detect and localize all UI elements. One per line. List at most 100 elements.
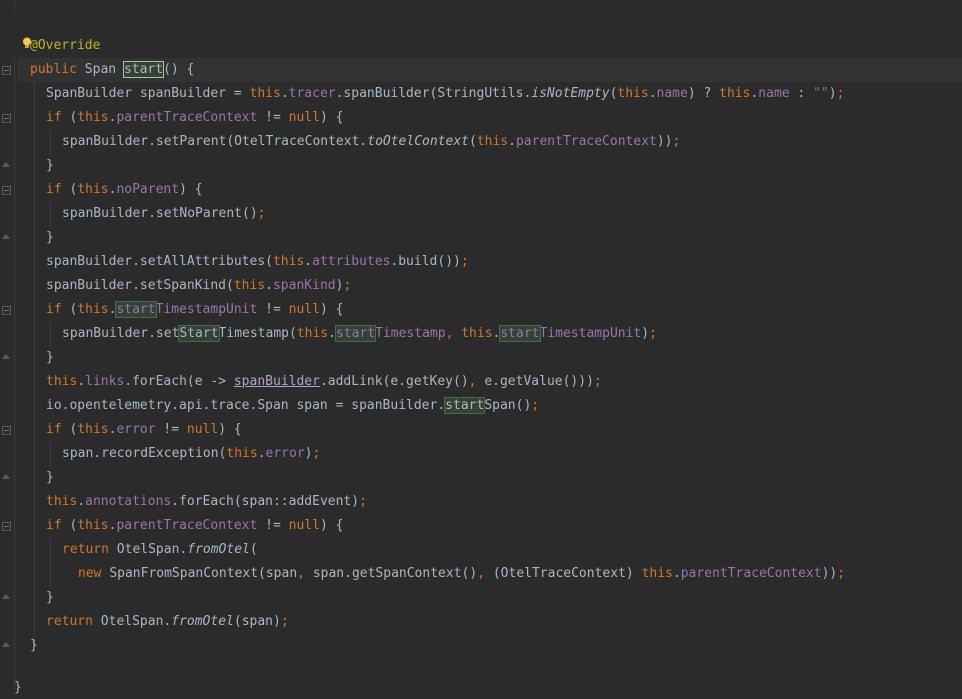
code-token: . <box>257 446 266 461</box>
fold-end-icon[interactable] <box>2 594 11 600</box>
code-line[interactable]: spanBuilder.setParent(OtelTraceContext.t… <box>62 130 680 154</box>
code-line[interactable]: spanBuilder.setAllAttributes(this.attrib… <box>46 250 469 274</box>
code-token: this <box>249 86 281 101</box>
fold-end-icon[interactable] <box>2 474 11 480</box>
code-token: != <box>257 518 289 533</box>
code-line[interactable]: spanBuilder.setStartTimestamp(this.start… <box>62 322 657 346</box>
code-token: error <box>116 422 156 437</box>
code-token: fromOtel <box>187 542 250 557</box>
code-line[interactable]: return OtelSpan.fromOtel(span); <box>46 610 289 634</box>
code-token: . <box>304 254 313 269</box>
fold-collapse-icon[interactable] <box>2 522 11 531</box>
code-token: this <box>476 134 509 149</box>
code-line[interactable]: if (this.parentTraceContext != null) { <box>46 514 343 538</box>
fold-collapse-icon[interactable] <box>2 186 11 195</box>
code-token: this <box>46 374 78 389</box>
fold-collapse-icon[interactable] <box>2 306 11 315</box>
code-line[interactable]: if (this.noParent) { <box>46 178 203 202</box>
code-token: null <box>288 518 320 533</box>
code-token: if <box>46 110 70 125</box>
code-line[interactable]: io.opentelemetry.api.trace.Span span = s… <box>46 394 539 418</box>
fold-end-icon[interactable] <box>2 354 11 360</box>
code-token: "" <box>813 86 829 101</box>
code-line[interactable]: @Override <box>30 34 100 58</box>
code-line[interactable]: if (this.parentTraceContext != null) { <box>46 106 343 130</box>
code-token: ; <box>312 446 321 461</box>
code-token: error <box>265 446 305 461</box>
editor-gutter[interactable] <box>0 0 18 699</box>
indent-guide <box>50 202 51 226</box>
code-token: tracer <box>288 86 336 101</box>
code-line[interactable]: new SpanFromSpanContext(span, span.getSp… <box>78 562 845 586</box>
code-token: TimestampUnit <box>155 302 258 317</box>
code-token: } <box>30 638 38 653</box>
code-token: if <box>46 422 70 437</box>
code-token: . <box>648 86 657 101</box>
code-token: start <box>122 61 165 78</box>
code-token: parentTraceContext <box>116 518 258 533</box>
code-token: () { <box>163 62 195 77</box>
fold-end-icon[interactable] <box>2 642 11 648</box>
code-token: this <box>617 86 649 101</box>
code-token: parentTraceContext <box>116 110 258 125</box>
code-token: . <box>265 278 273 293</box>
code-token: attributes <box>312 254 391 269</box>
code-token: return <box>62 542 117 557</box>
code-token: ; <box>672 134 681 149</box>
code-line[interactable]: } <box>46 226 54 250</box>
code-token: this <box>226 446 258 461</box>
code-token: } <box>46 158 54 173</box>
code-token: SpanBuilder spanBuilder = <box>46 86 250 101</box>
code-token: .spanBuilder(StringUtils. <box>335 86 532 101</box>
code-token: parentTraceContext <box>680 566 822 581</box>
code-token: spanBuilder.setAllAttributes( <box>46 254 273 269</box>
code-token: (span) <box>233 614 281 629</box>
code-line[interactable]: public Span start() { <box>30 58 194 82</box>
fold-collapse-icon[interactable] <box>2 426 11 435</box>
code-token: .addLink(e.getKey() <box>319 374 469 389</box>
code-token: ; <box>837 566 846 581</box>
code-token: } <box>46 350 54 365</box>
code-token: spanBuilder <box>233 374 320 389</box>
code-editor[interactable]: } @Overridepublic Span start() {SpanBuil… <box>0 0 962 699</box>
code-line[interactable]: SpanBuilder spanBuilder = this. tracer.sp… <box>46 82 844 106</box>
code-line[interactable]: this.annotations.forEach(span::addEvent)… <box>46 490 367 514</box>
code-line[interactable]: spanBuilder.setSpanKind(this.spanKind); <box>46 274 351 298</box>
code-token: ) { <box>319 518 344 533</box>
code-token: noParent <box>116 182 180 197</box>
fold-end-icon[interactable] <box>2 234 11 240</box>
code-token: new <box>78 566 110 581</box>
code-line[interactable]: if (this.error != null) { <box>46 418 242 442</box>
code-token: )) <box>656 134 673 149</box>
code-line[interactable]: return OtelSpan.fromOtel( <box>62 538 258 562</box>
code-token: toOtelContext <box>367 134 469 149</box>
code-line[interactable]: } <box>46 586 54 610</box>
closing-brace-class: } <box>14 680 22 695</box>
fold-end-icon[interactable] <box>2 162 11 168</box>
code-line[interactable]: } <box>46 346 54 370</box>
code-token: ; <box>460 254 469 269</box>
code-token: spanBuilder.setParent(OtelTraceContext. <box>62 134 368 149</box>
code-token: } <box>46 230 54 245</box>
code-line[interactable]: } <box>30 634 38 658</box>
code-line[interactable]: } <box>46 154 54 178</box>
code-token: fromOtel <box>171 614 234 629</box>
code-token: ) { <box>319 110 344 125</box>
code-token: != <box>155 422 187 437</box>
code-line[interactable]: if (this.startTimestampUnit != null) { <box>46 298 343 322</box>
code-token: SpanFromSpanContext(span <box>109 566 298 581</box>
code-token: != <box>257 110 289 125</box>
code-line[interactable]: this.links.forEach(e -> spanBuilder.addL… <box>46 370 602 394</box>
code-token: ) { <box>319 302 344 317</box>
code-token: parentTraceContext <box>515 134 657 149</box>
code-token: Timestamp <box>375 326 446 341</box>
fold-collapse-icon[interactable] <box>2 66 11 75</box>
code-token: public <box>30 62 85 77</box>
fold-collapse-icon[interactable] <box>2 114 11 123</box>
code-line[interactable]: } <box>46 466 54 490</box>
code-line[interactable]: span.recordException(this.error); <box>62 442 320 466</box>
code-line[interactable]: spanBuilder.setNoParent(); <box>62 202 266 226</box>
code-token: if <box>46 302 70 317</box>
indent-guide <box>50 538 51 586</box>
code-token: ) <box>641 326 650 341</box>
